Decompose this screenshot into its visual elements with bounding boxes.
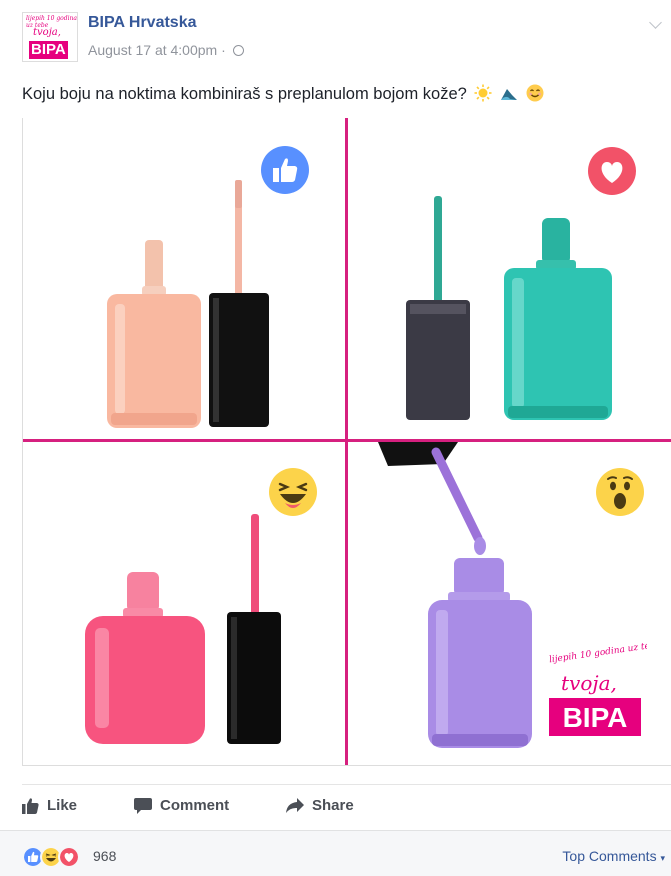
panel-teal [348, 118, 671, 439]
reaction-haha-badge [269, 468, 317, 516]
globe-icon [232, 45, 244, 56]
smile-emoji-icon [526, 84, 544, 102]
chevron-down-icon[interactable] [649, 16, 662, 29]
comment-button[interactable]: Comment [134, 797, 229, 814]
bipa-logo: lijepih 10 godina uz tebe tvoja, BIPA [543, 638, 662, 742]
watermark-brand: BIPA [563, 702, 628, 733]
reaction-like-badge [261, 146, 309, 194]
like-button[interactable]: Like [22, 797, 77, 814]
share-icon [286, 797, 304, 813]
caret-down-icon: ▾ [660, 853, 665, 863]
love-mini-icon [58, 846, 80, 868]
post-timestamp[interactable]: August 17 at 4:00pm [88, 42, 217, 58]
grid-divider-horizontal [22, 439, 671, 442]
grid-divider-vertical [345, 118, 348, 766]
post-image-grid[interactable]: lijepih 10 godina uz tebe tvoja, BIPA [22, 118, 671, 766]
reaction-wow-badge [596, 468, 644, 516]
grid-edge-bottom [22, 765, 671, 766]
post-body: Koju boju na noktima kombiniraš s prepla… [22, 85, 467, 103]
reaction-count[interactable]: 968 [93, 848, 116, 864]
reaction-love-badge [588, 147, 636, 195]
comment-label: Comment [160, 797, 230, 814]
thumbs-up-icon [22, 797, 39, 814]
share-button[interactable]: Share [286, 797, 354, 814]
haha-icon [269, 468, 317, 516]
reactions-summary: 968 Top Comments ▾ [0, 830, 671, 876]
bipa-watermark: lijepih 10 godina uz tebe tvoja, BIPA [543, 638, 662, 742]
wow-icon [596, 468, 644, 516]
top-comments-label: Top Comments [562, 848, 657, 864]
meta-separator: · [221, 42, 226, 58]
panel-pink [23, 442, 345, 765]
share-label: Share [312, 797, 354, 814]
page-avatar[interactable]: lijepih 10 godina uz tebe tvoja, BIPA [22, 12, 78, 62]
post-text: Koju boju na noktima kombiniraš s prepla… [22, 84, 544, 104]
top-comments-dropdown[interactable]: Top Comments ▾ [562, 848, 665, 864]
comment-icon [134, 797, 152, 814]
panel-peach [23, 118, 345, 439]
like-icon [261, 146, 309, 194]
watermark-script: tvoja, [561, 671, 617, 695]
sun-emoji-icon [474, 84, 492, 102]
grid-edge-left [22, 118, 23, 766]
wave-emoji-icon [501, 89, 518, 100]
like-label: Like [47, 797, 78, 814]
page-name-link[interactable]: BIPA Hrvatska [88, 14, 197, 32]
post-actions-bar: Like Comment Share [22, 784, 671, 829]
post-meta: August 17 at 4:00pm · [88, 42, 244, 58]
avatar-brand: BIPA [29, 41, 68, 59]
post-header: lijepih 10 godina uz tebe tvoja, BIPA BI… [22, 12, 662, 62]
love-icon [588, 147, 636, 195]
avatar-script: tvoja, [33, 27, 61, 38]
